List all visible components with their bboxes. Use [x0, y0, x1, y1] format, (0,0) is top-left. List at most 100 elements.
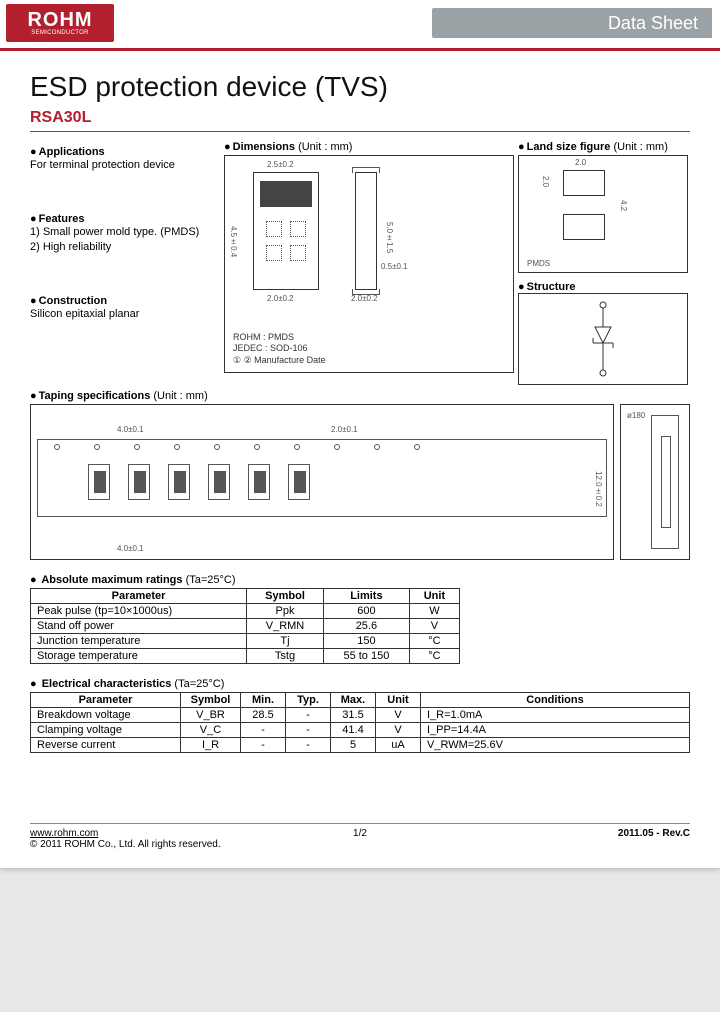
cell: I_R	[181, 737, 241, 752]
cell: Tj	[247, 633, 324, 648]
applications-text: For terminal protection device	[30, 158, 220, 173]
taping-figure: 4.0±0.1 2.0±0.1 12.0±0.2 4.0±0.1	[30, 404, 614, 560]
sprocket-hole	[414, 444, 420, 450]
cell: -	[286, 707, 331, 722]
sprocket-hole	[94, 444, 100, 450]
absmax-table: Parameter Symbol Limits Unit Peak pulse …	[30, 588, 460, 664]
elec-title: Electrical characteristics	[42, 678, 172, 690]
dimensions-unit: (Unit : mm)	[298, 141, 352, 153]
dimensions-figure: 2.5±0.2 4.5±0.4 2.0±0.2 5.0±1.5 2.0±0.2 …	[224, 155, 514, 373]
cell: V_C	[181, 722, 241, 737]
taping-pitch: 4.0±0.1	[117, 425, 144, 434]
cell: uA	[376, 737, 421, 752]
cell: 28.5	[241, 707, 286, 722]
cell: 41.4	[331, 722, 376, 737]
taping-width-right: 12.0±0.2	[594, 471, 603, 507]
cell: W	[409, 603, 459, 618]
tape-component	[174, 471, 186, 493]
logo-subtext: SEMICONDUCTOR	[31, 30, 88, 36]
table-row: Clamping voltageV_C--41.4VI_PP=14.4A	[31, 722, 690, 737]
package-name: ROHM : PMDS	[233, 332, 326, 343]
footer-copyright: © 2011 ROHM Co., Ltd. All rights reserve…	[30, 839, 221, 850]
taping-sprocket-pitch: 2.0±0.1	[331, 425, 358, 434]
land-pitch: 4.2	[619, 200, 628, 211]
mark-circle-3	[266, 245, 282, 261]
elec-th-conditions: Conditions	[421, 692, 690, 707]
footer-left: www.rohm.com © 2011 ROHM Co., Ltd. All r…	[30, 828, 221, 850]
tape-pocket	[288, 464, 310, 500]
elec-th-parameter: Parameter	[31, 692, 181, 707]
datasheet-page: ROHM SEMICONDUCTOR Data Sheet ESD protec…	[0, 0, 720, 868]
reel-slot	[661, 436, 671, 528]
top-bar: ROHM SEMICONDUCTOR Data Sheet	[0, 0, 720, 46]
land-unit: (Unit : mm)	[613, 141, 667, 153]
table-row: Peak pulse (tp=10×1000us)Ppk600W	[31, 603, 460, 618]
land-pkg: PMDS	[527, 259, 550, 268]
tape-pocket	[208, 464, 230, 500]
cell: V	[409, 618, 459, 633]
land-pad-top	[563, 170, 605, 196]
cell: 600	[323, 603, 409, 618]
upper-grid: Applications For terminal protection dev…	[30, 140, 690, 385]
elec-th-symbol: Symbol	[181, 692, 241, 707]
cell: I_PP=14.4A	[421, 722, 690, 737]
part-number: RSA30L	[30, 109, 690, 132]
taping-heading: Taping specifications (Unit : mm)	[30, 389, 690, 404]
tape-component	[214, 471, 226, 493]
tape-component	[294, 471, 306, 493]
dimensions-heading: Dimensions (Unit : mm)	[224, 140, 514, 155]
dimensions-label: Dimensions	[224, 141, 295, 153]
absmax-th-parameter: Parameter	[31, 588, 247, 603]
cell: 150	[323, 633, 409, 648]
tape-component	[254, 471, 266, 493]
sprocket-hole	[254, 444, 260, 450]
absmax-cond: (Ta=25°C)	[186, 574, 236, 586]
elec-th-typ: Typ.	[286, 692, 331, 707]
tape-pocket	[128, 464, 150, 500]
elec-table: Parameter Symbol Min. Typ. Max. Unit Con…	[30, 692, 690, 753]
land-label: Land size figure	[518, 141, 610, 153]
package-notes: ROHM : PMDS JEDEC : SOD-106 ① ② Manufact…	[233, 332, 326, 366]
marking-band	[260, 181, 312, 207]
package-side-view	[355, 172, 377, 290]
cell: 25.6	[323, 618, 409, 633]
elec-th-min: Min.	[241, 692, 286, 707]
logo-text: ROHM	[27, 10, 92, 30]
cell: V_RMN	[247, 618, 324, 633]
dim-lead-h: 0.5±0.1	[381, 262, 408, 271]
sprocket-hole	[214, 444, 220, 450]
absmax-th-unit: Unit	[409, 588, 459, 603]
land-pad-w: 2.0	[575, 158, 586, 167]
tvs-diode-symbol-icon	[583, 299, 623, 379]
taping-row: 4.0±0.1 2.0±0.1 12.0±0.2 4.0±0.1 ø180	[30, 404, 690, 560]
footer-url: www.rohm.com	[30, 828, 221, 839]
dim-thickness: 2.0±0.2	[351, 294, 378, 303]
content-area: ESD protection device (TVS) RSA30L Appli…	[0, 51, 720, 868]
middle-column: Dimensions (Unit : mm) 2.5±0.2 4.5±0.4 2…	[224, 140, 514, 385]
elec-heading: Electrical characteristics (Ta=25°C)	[30, 678, 690, 690]
taping-label: Taping specifications	[30, 390, 150, 402]
cell: V_BR	[181, 707, 241, 722]
table-row: Reverse currentI_R--5uAV_RWM=25.6V	[31, 737, 690, 752]
table-header-row: Parameter Symbol Limits Unit	[31, 588, 460, 603]
absmax-title: Absolute maximum ratings	[41, 574, 182, 586]
structure-heading: Structure	[518, 281, 688, 293]
cell: Junction temperature	[31, 633, 247, 648]
sprocket-hole	[134, 444, 140, 450]
absmax-th-limits: Limits	[323, 588, 409, 603]
cell: 5	[331, 737, 376, 752]
rohm-logo: ROHM SEMICONDUCTOR	[6, 4, 114, 42]
cell: -	[286, 737, 331, 752]
dim-body-w: 2.5±0.2	[267, 160, 294, 169]
cell: 31.5	[331, 707, 376, 722]
left-column: Applications For terminal protection dev…	[30, 140, 220, 385]
cell: Ppk	[247, 603, 324, 618]
top-lead	[352, 167, 380, 173]
table-row: Breakdown voltageV_BR28.5-31.5VI_R=1.0mA	[31, 707, 690, 722]
construction-heading: Construction	[30, 295, 220, 307]
reel-side-view	[651, 415, 679, 549]
table-row: Junction temperatureTj150°C	[31, 633, 460, 648]
cell: Peak pulse (tp=10×1000us)	[31, 603, 247, 618]
sprocket-hole	[374, 444, 380, 450]
cell: 55 to 150	[323, 648, 409, 663]
